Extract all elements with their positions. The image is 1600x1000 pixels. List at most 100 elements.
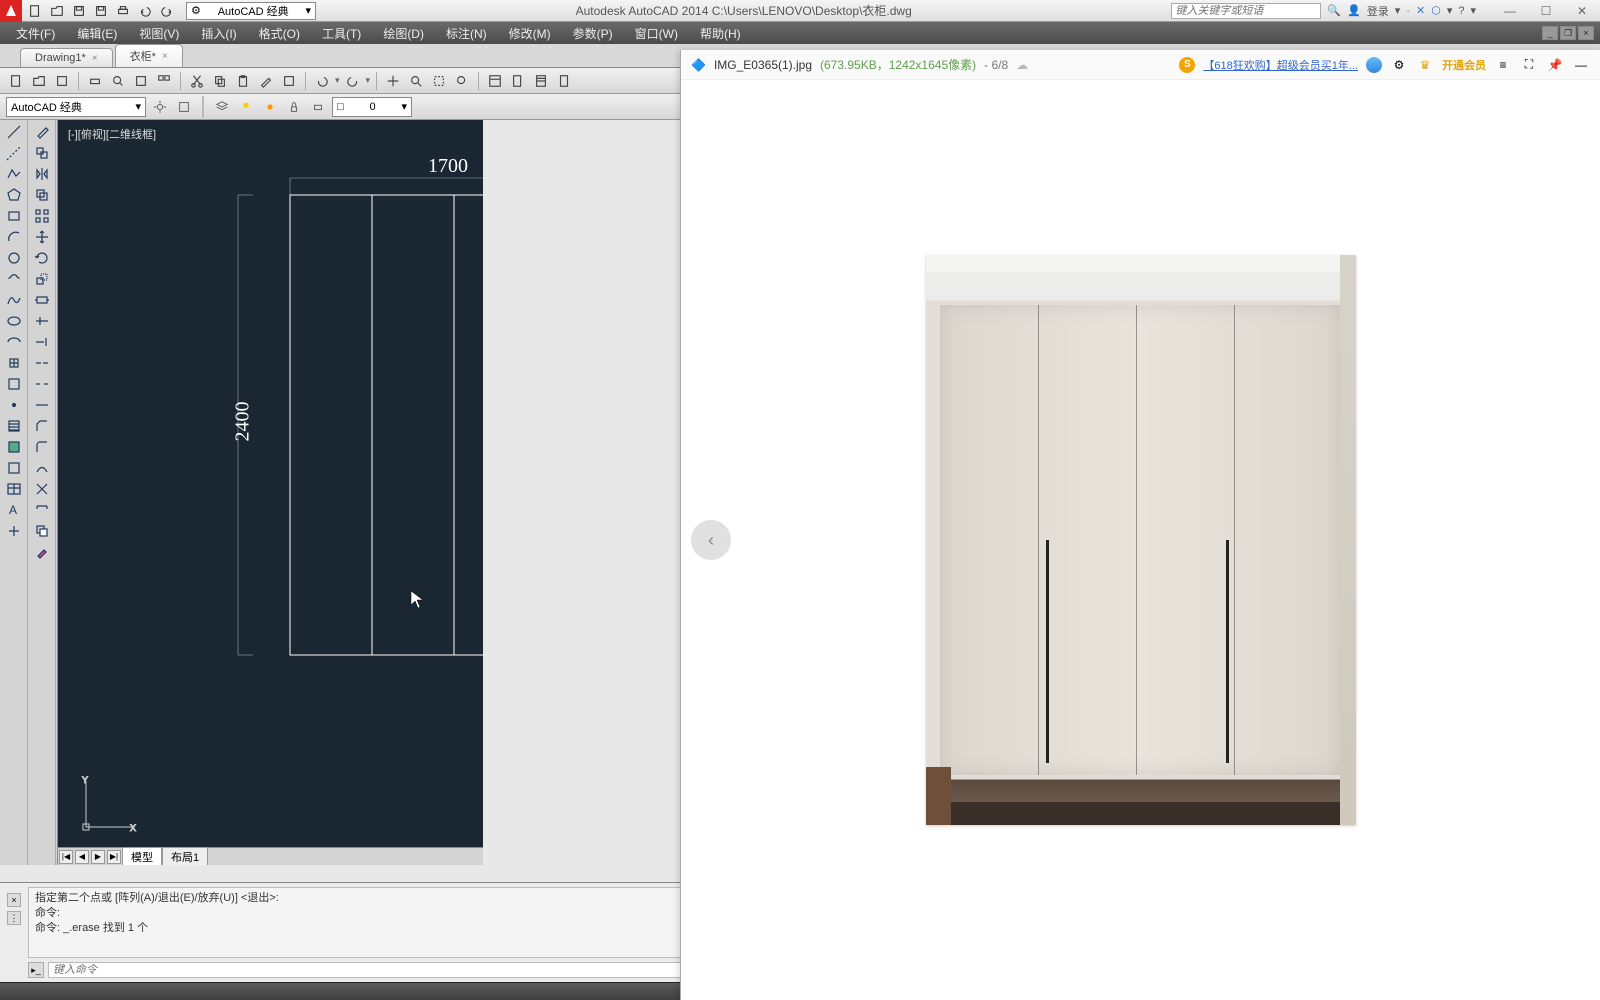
bulb-icon[interactable]: [236, 97, 256, 117]
copy-button[interactable]: [210, 71, 230, 91]
save-button[interactable]: [52, 71, 72, 91]
minimize-icon[interactable]: —: [1572, 56, 1590, 74]
chamfer-tool[interactable]: [30, 416, 54, 436]
menu-draw[interactable]: 绘图(D): [373, 23, 434, 44]
spline-tool[interactable]: [2, 290, 26, 310]
mdi-restore[interactable]: ❐: [1560, 26, 1576, 40]
handle-icon[interactable]: ⋮: [7, 911, 21, 925]
circle-tool[interactable]: [2, 248, 26, 268]
scale-tool[interactable]: [30, 269, 54, 289]
block-editor-button[interactable]: [279, 71, 299, 91]
zoom-window-button[interactable]: [429, 71, 449, 91]
text-tool[interactable]: A: [2, 500, 26, 520]
close-icon[interactable]: ×: [162, 51, 168, 62]
explode-tool[interactable]: [30, 479, 54, 499]
close-icon[interactable]: ×: [92, 53, 98, 64]
print-icon[interactable]: [114, 2, 132, 20]
hatch-tool[interactable]: [2, 416, 26, 436]
menu-modify[interactable]: 修改(M): [499, 23, 561, 44]
image-viewer-body[interactable]: ‹: [681, 80, 1600, 1000]
circle-icon[interactable]: [1366, 57, 1382, 73]
close-button[interactable]: ✕: [1564, 1, 1600, 21]
redo-icon[interactable]: [158, 2, 176, 20]
menu-insert[interactable]: 插入(I): [191, 23, 246, 44]
stretch-tool[interactable]: [30, 290, 54, 310]
zoom-prev-button[interactable]: [452, 71, 472, 91]
erase-tool[interactable]: [30, 122, 54, 142]
trim-tool[interactable]: [30, 311, 54, 331]
layer-manager-icon[interactable]: [212, 97, 232, 117]
lock-icon[interactable]: [284, 97, 304, 117]
menu-edit[interactable]: 编辑(E): [67, 23, 127, 44]
tool-palette-button[interactable]: [531, 71, 551, 91]
gradient-tool[interactable]: [2, 437, 26, 457]
menu-tools[interactable]: 工具(T): [312, 23, 371, 44]
menu-view[interactable]: 视图(V): [129, 23, 189, 44]
command-prompt-icon[interactable]: ▸_: [28, 962, 44, 978]
move-tool[interactable]: [30, 227, 54, 247]
region-tool[interactable]: [2, 458, 26, 478]
cloud-download-icon[interactable]: ☁: [1016, 58, 1028, 72]
copy-tool[interactable]: [30, 143, 54, 163]
addselected-tool[interactable]: [2, 521, 26, 541]
table-tool[interactable]: [2, 479, 26, 499]
ellipse-tool[interactable]: [2, 311, 26, 331]
rotate-tool[interactable]: [30, 248, 54, 268]
model-tab[interactable]: 模型: [122, 847, 162, 866]
chevron-down-icon[interactable]: ▾: [1470, 4, 1476, 17]
menu-parametric[interactable]: 参数(P): [563, 23, 623, 44]
undo-button[interactable]: [312, 71, 332, 91]
extend-tool[interactable]: [30, 332, 54, 352]
pin-icon[interactable]: 📌: [1546, 56, 1564, 74]
s-badge-icon[interactable]: S: [1179, 57, 1195, 73]
next-layout[interactable]: ▶: [91, 850, 105, 864]
prev-layout[interactable]: ◀: [75, 850, 89, 864]
layout1-tab[interactable]: 布局1: [162, 847, 208, 866]
polyline-tool[interactable]: [2, 164, 26, 184]
search-icon[interactable]: 🔍: [1327, 4, 1341, 17]
first-layout[interactable]: |◀: [59, 850, 73, 864]
sun-icon[interactable]: [260, 97, 280, 117]
layer-combo[interactable]: □0▾: [332, 97, 412, 117]
preview-button[interactable]: [108, 71, 128, 91]
last-layout[interactable]: ▶|: [107, 850, 121, 864]
undo-icon[interactable]: [136, 2, 154, 20]
offset-tool[interactable]: [30, 185, 54, 205]
workspace-dropdown[interactable]: ⚙AutoCAD 经典▾: [186, 2, 316, 20]
calculator-button[interactable]: [554, 71, 574, 91]
point-tool[interactable]: [2, 395, 26, 415]
paint-tool[interactable]: [30, 542, 54, 562]
pan-button[interactable]: [383, 71, 403, 91]
paste-button[interactable]: [233, 71, 253, 91]
fullscreen-icon[interactable]: ⛶: [1520, 56, 1538, 74]
fillet-tool[interactable]: [30, 437, 54, 457]
user-icon[interactable]: 👤: [1347, 4, 1361, 17]
properties-button[interactable]: [485, 71, 505, 91]
doc-tab-wardrobe[interactable]: 衣柜*×: [115, 44, 183, 67]
open-button[interactable]: [29, 71, 49, 91]
saveas-icon[interactable]: [92, 2, 110, 20]
chevron-down-icon[interactable]: ▾: [335, 75, 340, 86]
help-icon[interactable]: ?: [1458, 5, 1464, 17]
break-point-tool[interactable]: [30, 353, 54, 373]
sheet-set-button[interactable]: [508, 71, 528, 91]
chevron-down-icon[interactable]: ▾: [1395, 4, 1401, 17]
make-block-tool[interactable]: [2, 374, 26, 394]
design-center-button[interactable]: [154, 71, 174, 91]
mdi-minimize[interactable]: _: [1542, 26, 1558, 40]
menu-help[interactable]: 帮助(H): [690, 23, 751, 44]
prev-image-button[interactable]: ‹: [691, 520, 731, 560]
ellipse-arc-tool[interactable]: [2, 332, 26, 352]
open-icon[interactable]: [48, 2, 66, 20]
insert-block-tool[interactable]: [2, 353, 26, 373]
command-grip[interactable]: × ⋮: [4, 887, 24, 978]
zoom-realtime-button[interactable]: [406, 71, 426, 91]
break-tool[interactable]: [30, 374, 54, 394]
arc-tool[interactable]: [2, 227, 26, 247]
join-tool[interactable]: [30, 395, 54, 415]
publish-button[interactable]: [131, 71, 151, 91]
save-icon[interactable]: [70, 2, 88, 20]
rectangle-tool[interactable]: [2, 206, 26, 226]
redo-button[interactable]: [343, 71, 363, 91]
revcloud-tool[interactable]: [2, 269, 26, 289]
